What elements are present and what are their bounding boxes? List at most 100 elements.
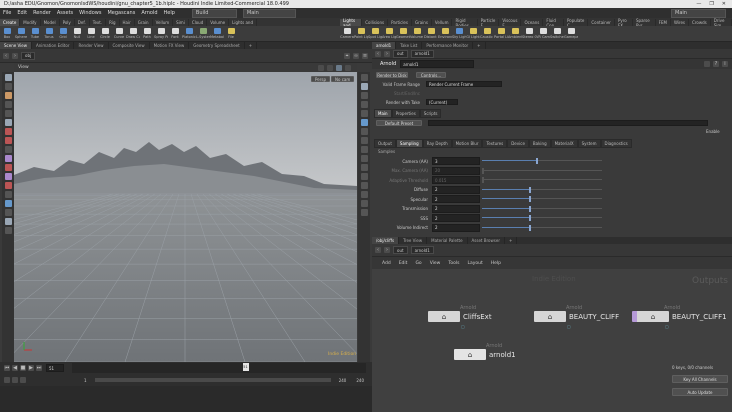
normals-icon[interactable] bbox=[360, 137, 368, 144]
menu-render[interactable]: Render bbox=[30, 10, 54, 16]
shelf-tab-modify[interactable]: Modify bbox=[20, 19, 41, 26]
arnold-rop-icon[interactable]: ⌂ bbox=[428, 311, 460, 322]
uv-icon[interactable] bbox=[360, 164, 368, 171]
rotate-tool-icon[interactable] bbox=[4, 92, 12, 99]
current-frame-field[interactable]: 51 bbox=[46, 364, 64, 372]
home-view-icon[interactable] bbox=[360, 74, 368, 81]
forward-icon[interactable]: › bbox=[384, 247, 390, 253]
slider-knob[interactable] bbox=[528, 224, 531, 231]
shelf-tab-poly[interactable]: Poly bbox=[60, 19, 75, 26]
network-editor[interactable]: Indie Edition Outputs Arnold ⌂ CliffsExt… bbox=[372, 269, 732, 412]
network-node-segment[interactable]: arnold1 bbox=[410, 246, 434, 254]
sub-tab-device[interactable]: Device bbox=[507, 139, 529, 148]
param-value-field[interactable]: 0.015 bbox=[432, 176, 480, 184]
shelf-tab-sparse-pyr[interactable]: Sparse Pyr bbox=[633, 18, 656, 28]
param-slider[interactable] bbox=[482, 196, 602, 202]
shelf-tab-grains[interactable]: Grains bbox=[412, 19, 432, 26]
shelf-tab-container[interactable]: Container bbox=[588, 19, 615, 26]
pane-tab-asset-browser[interactable]: Asset Browser bbox=[468, 237, 505, 244]
menu-windows[interactable]: Windows bbox=[76, 10, 104, 16]
pane-tab-tree-view[interactable]: Tree View bbox=[399, 237, 428, 244]
lasso-tool-icon[interactable] bbox=[4, 227, 12, 234]
shelf-tool-grid[interactable]: Grid bbox=[56, 28, 70, 39]
last-frame-icon[interactable]: ⏭ bbox=[36, 365, 42, 371]
arnold-rop-icon[interactable]: ⌂ bbox=[454, 349, 486, 360]
pane-tab-render-view[interactable]: Render View bbox=[74, 42, 109, 49]
param-tab-properties[interactable]: Properties bbox=[391, 109, 420, 118]
shelf-tool-environment-light[interactable]: Environment Light bbox=[438, 28, 452, 39]
node-cliffsext[interactable]: Arnold ⌂ CliffsExt ▢ bbox=[428, 305, 492, 329]
param-value-field[interactable]: 2 bbox=[432, 204, 480, 213]
shelf-tool-camera[interactable]: Camera bbox=[340, 28, 354, 39]
pane-tab-obj-cliffs[interactable]: /obj/cliffs bbox=[372, 237, 400, 244]
pane-tab-geometry-spreadsheet[interactable]: Geometry Spreadsheet bbox=[189, 42, 245, 49]
measure-tool-icon[interactable] bbox=[4, 191, 12, 198]
camera-tool-icon[interactable] bbox=[4, 146, 12, 153]
grid-icon[interactable] bbox=[336, 64, 342, 71]
background-icon[interactable] bbox=[360, 110, 368, 117]
template-icon[interactable] bbox=[360, 182, 368, 189]
param-value-field[interactable]: 2 bbox=[432, 195, 480, 203]
prev-key-icon[interactable]: ◀ bbox=[12, 365, 18, 371]
scene-viewport[interactable]: Persp No cam Indie Edition bbox=[14, 72, 357, 362]
maximize-button[interactable]: ❐ bbox=[709, 1, 713, 7]
shelf-tool-ambient-light[interactable]: Ambient Light bbox=[508, 28, 522, 39]
sub-tab-baking[interactable]: Baking bbox=[528, 139, 551, 148]
sub-tab-ray-depth[interactable]: Ray Depth bbox=[422, 139, 452, 148]
guides-icon[interactable] bbox=[360, 119, 368, 126]
param-value-field[interactable]: 2 bbox=[432, 185, 480, 194]
paint-tool-icon[interactable] bbox=[4, 164, 12, 171]
shelf-tab-viscous-f[interactable]: Viscous F bbox=[499, 18, 522, 28]
param-slider[interactable] bbox=[482, 215, 602, 221]
param-tab-main[interactable]: Main bbox=[374, 109, 392, 118]
shelf-tab-crowds[interactable]: Crowds bbox=[689, 19, 711, 26]
shelf-tab-def[interactable]: Def. bbox=[75, 19, 90, 26]
arnold-rop-icon[interactable]: ⌂ bbox=[534, 311, 566, 322]
wireframe-icon[interactable] bbox=[360, 92, 368, 99]
node-arnold1[interactable]: Arnold ⌂ arnold1 bbox=[454, 343, 516, 360]
shelf-tool-vr-camera[interactable]: VR Camera bbox=[536, 28, 550, 39]
minimize-button[interactable]: — bbox=[696, 1, 701, 7]
shelf-tool-sky-light[interactable]: Sky Light bbox=[452, 28, 466, 39]
brush-tool-icon[interactable] bbox=[4, 137, 12, 144]
pane-tab-motion-fx-view[interactable]: Motion FX View bbox=[150, 42, 190, 49]
menu-assets[interactable]: Assets bbox=[54, 10, 76, 16]
network-menu-view[interactable]: View bbox=[426, 261, 445, 266]
forward-icon[interactable]: › bbox=[384, 50, 390, 57]
param-slider[interactable] bbox=[482, 224, 602, 231]
param-value-field[interactable]: 3 bbox=[432, 157, 480, 165]
range-slider[interactable] bbox=[94, 378, 331, 382]
shelf-tab-model[interactable]: Model bbox=[41, 19, 60, 26]
shelf-tool-portal-light[interactable]: Portal Light bbox=[494, 28, 508, 39]
menu-edit[interactable]: Edit bbox=[14, 10, 30, 16]
shelf-tab-rig[interactable]: Rig bbox=[106, 19, 120, 26]
render-to-disk-button[interactable]: Render to Disk bbox=[376, 72, 408, 78]
slider-knob[interactable] bbox=[482, 177, 484, 183]
shelf-tool-l-system[interactable]: L-System bbox=[196, 28, 210, 39]
keys-icon[interactable] bbox=[20, 377, 26, 383]
add-tab-icon[interactable]: + bbox=[473, 42, 486, 49]
param-slider[interactable] bbox=[482, 177, 602, 183]
view-tool-icon[interactable] bbox=[4, 128, 12, 135]
pane-tab-arnold1[interactable]: arnold1 bbox=[372, 42, 397, 49]
close-button[interactable]: ✕ bbox=[722, 1, 726, 7]
sculpt-tool-icon[interactable] bbox=[4, 173, 12, 180]
render-with-take-select[interactable]: (Current) bbox=[426, 99, 458, 105]
pane-menu-icon[interactable]: ≡ bbox=[362, 52, 368, 59]
vertex-icon[interactable] bbox=[360, 155, 368, 162]
shelf-tool-draw-curve[interactable]: Draw Curve bbox=[126, 28, 140, 39]
first-frame-icon[interactable]: ⏮ bbox=[4, 365, 10, 371]
flip-tool-icon[interactable] bbox=[4, 218, 12, 225]
controls-button[interactable]: Controls... bbox=[416, 72, 446, 78]
ruler-tool-icon[interactable] bbox=[4, 209, 12, 216]
shelf-tab-particle-f[interactable]: Particle F bbox=[478, 18, 500, 28]
realtime-icon[interactable] bbox=[4, 377, 10, 383]
isolate-icon[interactable] bbox=[360, 191, 368, 198]
sub-tab-system[interactable]: System bbox=[577, 139, 601, 148]
arnold-rop-icon[interactable]: ⌂ bbox=[632, 311, 669, 322]
snap-icon[interactable] bbox=[318, 64, 324, 71]
timeline-bar[interactable]: 51 bbox=[72, 363, 366, 373]
safe-area-icon[interactable] bbox=[360, 200, 368, 207]
shelf-tool-metaball[interactable]: Metaball bbox=[210, 28, 224, 39]
shelf-tab-text[interactable]: Text. bbox=[90, 19, 107, 26]
